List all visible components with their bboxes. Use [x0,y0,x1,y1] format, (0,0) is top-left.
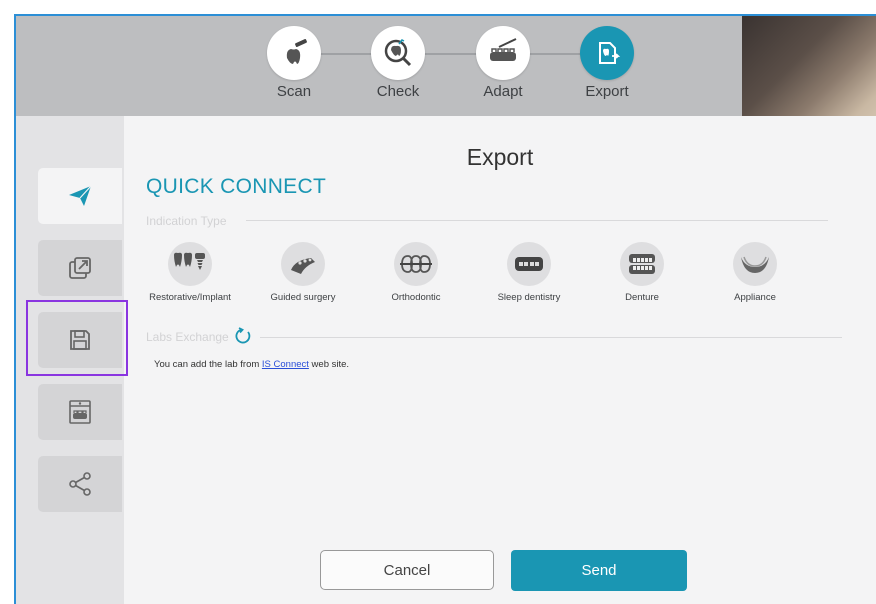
indication-label: Orthodontic [391,292,441,303]
indication-label: Guided surgery [270,292,336,303]
guided-surgery-icon [281,242,325,286]
indication-appliance[interactable]: Appliance [705,242,805,303]
sleep-dentistry-icon [507,242,551,286]
step-export[interactable]: Export [572,26,642,100]
share-icon [69,472,91,496]
send-button[interactable]: Send [511,550,687,591]
step-label: Adapt [483,83,523,100]
quick-connect-heading: QUICK CONNECT [146,175,327,198]
step-scan[interactable]: Scan [259,26,329,100]
divider [246,220,828,221]
indication-restorative-implant[interactable]: Restorative/Implant [140,242,240,303]
denture-icon [620,242,664,286]
steps-connector [299,53,609,55]
is-connect-link[interactable]: IS Connect [262,359,309,370]
sidebar-item-open-external[interactable] [38,240,122,296]
implant-icon [168,242,212,286]
lab-info-text: You can add the lab from IS Connect web … [154,359,349,370]
sidebar-item-send[interactable] [38,168,122,224]
open-external-icon [69,257,91,279]
step-check[interactable]: Check [363,26,433,100]
step-label: Check [376,83,420,100]
indication-sleep-dentistry[interactable]: Sleep dentistry [479,242,579,303]
indication-label: Sleep dentistry [497,292,561,303]
info-prefix: You can add the lab from [154,359,262,370]
send-icon [69,185,92,206]
step-label: Scan [276,83,312,100]
indication-label: Appliance [734,292,776,303]
selection-highlight [26,300,128,376]
app-window: Scan Check Adapt Export Export QUICK CON… [14,14,876,604]
labs-exchange-label: Labs Exchange [146,330,229,344]
print-model-icon [69,400,91,424]
sidebar-item-share[interactable] [38,456,122,512]
info-suffix: web site. [308,359,350,370]
indication-orthodontic[interactable]: Orthodontic [366,242,466,303]
appliance-icon [733,242,777,286]
indication-label: Denture [625,292,659,303]
refresh-icon[interactable] [234,327,252,350]
indication-guided-surgery[interactable]: Guided surgery [253,242,353,303]
step-label: Export [585,83,629,100]
page-title: Export [466,144,534,170]
step-adapt[interactable]: Adapt [468,26,538,100]
check-tooth-icon [371,26,425,80]
scan-tooth-icon [267,26,321,80]
cancel-button[interactable]: Cancel [320,550,494,590]
indication-label: Restorative/Implant [149,292,231,303]
indication-type-label: Indication Type [146,214,227,228]
divider [260,337,842,338]
indication-denture[interactable]: Denture [592,242,692,303]
export-panel: Export QUICK CONNECT Indication Type Res… [124,116,876,604]
sidebar-item-print-model[interactable] [38,384,122,440]
adapt-arch-icon [476,26,530,80]
export-tooth-icon [580,26,634,80]
orthodontic-icon [394,242,438,286]
